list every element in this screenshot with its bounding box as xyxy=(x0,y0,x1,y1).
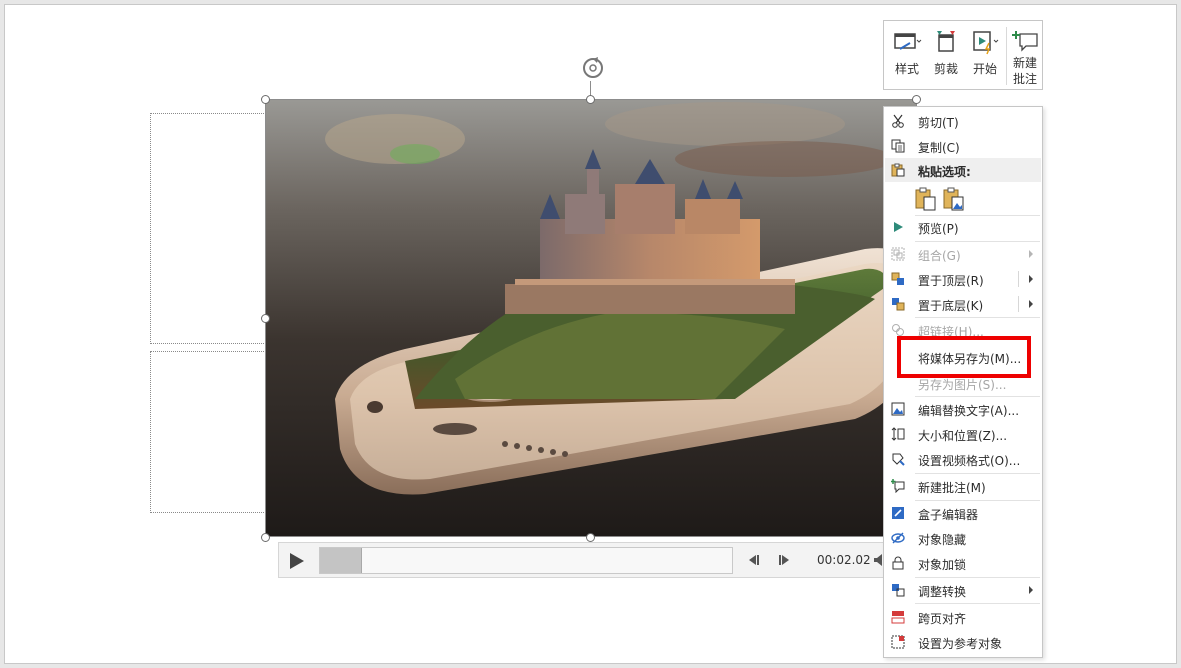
paste-keep-format-icon[interactable] xyxy=(914,186,938,212)
video-frame[interactable] xyxy=(265,99,917,537)
split-divider xyxy=(1018,271,1019,287)
menu-item-save-media-as[interactable]: 将媒体另存为(M)... xyxy=(885,345,1041,369)
resize-handle-bottom[interactable] xyxy=(586,533,595,542)
video-thumbnail-image xyxy=(265,99,917,537)
menu-item-lock-object[interactable]: 对象加锁 xyxy=(885,551,1041,575)
trim-icon xyxy=(937,31,955,52)
eye-hidden-icon xyxy=(891,532,905,544)
bring-to-front-icon xyxy=(891,272,904,285)
resize-handle-top[interactable] xyxy=(586,95,595,104)
new-comment-label-1: 新建 xyxy=(1012,56,1037,70)
content-placeholder[interactable] xyxy=(150,351,268,513)
menu-item-send-to-back[interactable]: 置于底层(K) xyxy=(885,292,1041,316)
clipboard-icon xyxy=(891,163,905,177)
split-divider xyxy=(1018,296,1019,312)
paste-options-header: 粘贴选项: xyxy=(885,158,1041,182)
reference-object-icon xyxy=(891,635,905,649)
submenu-arrow-icon xyxy=(1029,250,1033,258)
submenu-arrow-icon[interactable] xyxy=(1029,300,1033,308)
context-menu: 剪切(T) 复制(C) 粘贴选项: 预览(P) 组合(G) 置于顶层(R) 置于… xyxy=(883,106,1043,658)
rotate-handle-icon[interactable] xyxy=(580,55,606,81)
resize-handle-top-right[interactable] xyxy=(912,95,921,104)
new-comment-label-2: 批注 xyxy=(1012,72,1037,86)
menu-item-cut[interactable]: 剪切(T) xyxy=(885,109,1041,133)
menu-item-preview[interactable]: 预览(P) xyxy=(885,215,1041,239)
video-playbar: 00:02.02 xyxy=(278,542,886,578)
copy-icon xyxy=(891,139,905,153)
playback-time: 00:02.02 xyxy=(817,553,871,567)
resize-handle-left[interactable] xyxy=(261,314,270,323)
submenu-arrow-icon xyxy=(1029,586,1033,594)
start-button[interactable]: 开始 xyxy=(966,25,1004,89)
new-comment-icon xyxy=(891,479,905,493)
menu-item-set-reference[interactable]: 设置为参考对象 xyxy=(885,630,1041,654)
playback-progress-fill xyxy=(320,548,363,573)
mini-toolbar: 样式 剪裁 开始 新建 批注 xyxy=(883,20,1043,90)
menu-item-hyperlink[interactable]: 超链接(H)... xyxy=(885,318,1041,342)
step-back-icon[interactable] xyxy=(745,552,761,568)
trim-button[interactable]: 剪裁 xyxy=(927,25,965,89)
menu-item-save-as-picture[interactable]: 另存为图片(S)... xyxy=(885,371,1041,395)
edit-pencil-icon xyxy=(892,507,904,519)
menu-item-copy[interactable]: 复制(C) xyxy=(885,134,1041,158)
resize-handle-top-left[interactable] xyxy=(261,95,270,104)
step-forward-icon[interactable] xyxy=(777,552,793,568)
convert-shape-icon xyxy=(892,584,905,597)
video-style-icon xyxy=(894,33,922,50)
group-icon xyxy=(891,247,905,261)
menu-item-new-comment[interactable]: 新建批注(M) xyxy=(885,474,1041,498)
size-position-icon xyxy=(891,427,905,441)
title-placeholder[interactable] xyxy=(150,113,268,344)
alt-text-icon xyxy=(891,402,905,416)
resize-handle-bottom-left[interactable] xyxy=(261,533,270,542)
play-icon xyxy=(894,222,903,232)
new-comment-button[interactable]: 新建 批注 xyxy=(1006,25,1044,89)
submenu-arrow-icon[interactable] xyxy=(1029,275,1033,283)
menu-item-edit-alt-text[interactable]: 编辑替换文字(A)... xyxy=(885,397,1041,421)
link-icon xyxy=(892,324,904,336)
send-to-back-icon xyxy=(892,298,905,311)
menu-item-bring-to-front[interactable]: 置于顶层(R) xyxy=(885,267,1041,291)
menu-item-hide-object[interactable]: 对象隐藏 xyxy=(885,526,1041,550)
menu-item-format-video[interactable]: 设置视频格式(O)... xyxy=(885,447,1041,471)
scissors-icon xyxy=(892,114,904,128)
play-icon[interactable] xyxy=(289,552,305,570)
menu-item-adjust-convert[interactable]: 调整转换 xyxy=(885,578,1041,602)
menu-item-cross-page-align[interactable]: 跨页对齐 xyxy=(885,605,1041,629)
start-icon xyxy=(973,31,999,55)
menu-item-group[interactable]: 组合(G) xyxy=(885,242,1041,266)
format-paint-icon xyxy=(892,453,905,466)
paste-as-picture-icon[interactable] xyxy=(942,186,966,212)
menu-item-box-editor[interactable]: 盒子编辑器 xyxy=(885,501,1041,525)
menu-item-size-position[interactable]: 大小和位置(Z)... xyxy=(885,422,1041,446)
new-comment-icon xyxy=(1012,31,1038,52)
menu-divider xyxy=(915,603,1040,604)
lock-icon xyxy=(892,556,904,570)
playback-progress-track[interactable] xyxy=(319,547,733,574)
video-style-button[interactable]: 样式 xyxy=(888,25,926,89)
align-pages-icon xyxy=(891,611,905,624)
